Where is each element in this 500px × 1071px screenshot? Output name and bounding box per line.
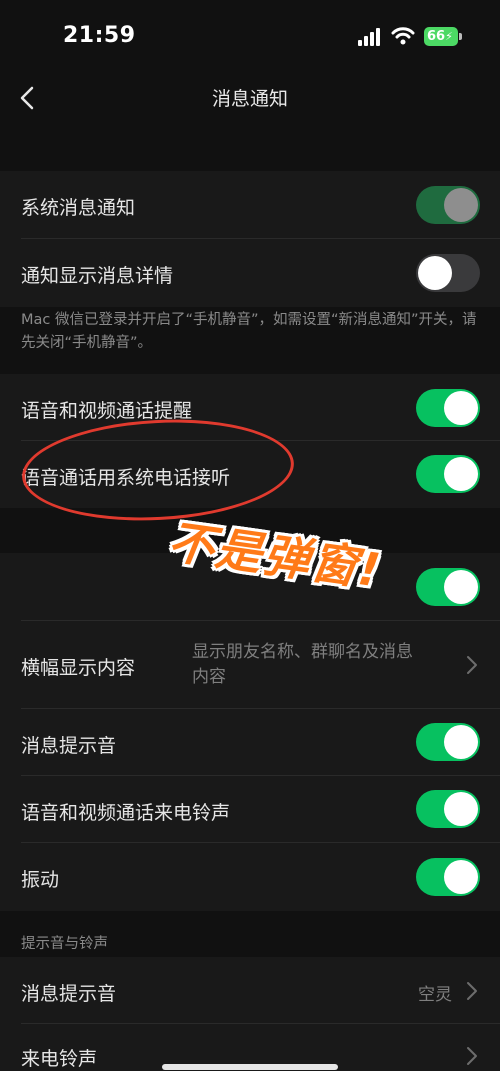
sounds-section-header: 提示音与铃声 [21, 936, 108, 952]
battery-icon: 66⚡ [424, 27, 462, 46]
vibrate-toggle[interactable] [416, 858, 480, 896]
call-ringtone-toggle[interactable] [416, 790, 480, 828]
message-sound-toggle[interactable] [416, 723, 480, 761]
battery-level: 66 [427, 29, 446, 44]
vibrate-label: 振动 [21, 869, 60, 891]
system-notify-label: 系统消息通知 [21, 197, 136, 219]
show-details-toggle[interactable] [416, 254, 480, 292]
nav-bar: 消息通知 [0, 70, 500, 126]
row-call-ringtone: 语音和视频通话来电铃声 [0, 776, 500, 843]
status-time: 21:59 [63, 23, 136, 48]
row-banner-content[interactable]: 横幅显示内容 显示朋友名称、群聊名及消息 内容 [0, 621, 500, 709]
home-indicator [162, 1064, 338, 1070]
system-notify-toggle[interactable] [416, 186, 480, 224]
row-message-sound-select[interactable]: 消息提示音 空灵 [0, 957, 500, 1024]
chevron-right-icon [467, 656, 477, 674]
wifi-icon [391, 27, 415, 45]
mute-note: Mac 微信已登录并开启了“手机静音”，如需设置“新消息通知”开关，请先关闭“手… [21, 312, 477, 351]
chevron-right-icon [467, 1047, 477, 1065]
message-sound-label: 消息提示音 [21, 735, 117, 757]
signal-icon [358, 28, 380, 46]
page-title: 消息通知 [211, 88, 288, 110]
status-bar: 21:59 66⚡ [0, 0, 500, 70]
banner-content-label: 横幅显示内容 [21, 657, 136, 679]
row-show-details: 通知显示消息详情 [0, 239, 500, 307]
system-phone-toggle[interactable] [416, 455, 480, 493]
ringtone-label: 来电铃声 [21, 1048, 98, 1070]
row-vibrate: 振动 [0, 843, 500, 911]
call-ringtone-label: 语音和视频通话来电铃声 [21, 802, 231, 824]
hidden-row-toggle[interactable] [416, 568, 480, 606]
row-message-sound-toggle: 消息提示音 [0, 709, 500, 776]
message-sound-select-label: 消息提示音 [21, 983, 117, 1005]
banner-content-value: 显示朋友名称、群聊名及消息 内容 [192, 642, 413, 687]
chevron-right-icon [467, 982, 477, 1000]
call-reminder-toggle[interactable] [416, 389, 480, 427]
row-system-notify: 系统消息通知 [0, 171, 500, 239]
message-sound-value: 空灵 [418, 985, 452, 1005]
show-details-label: 通知显示消息详情 [21, 265, 174, 287]
